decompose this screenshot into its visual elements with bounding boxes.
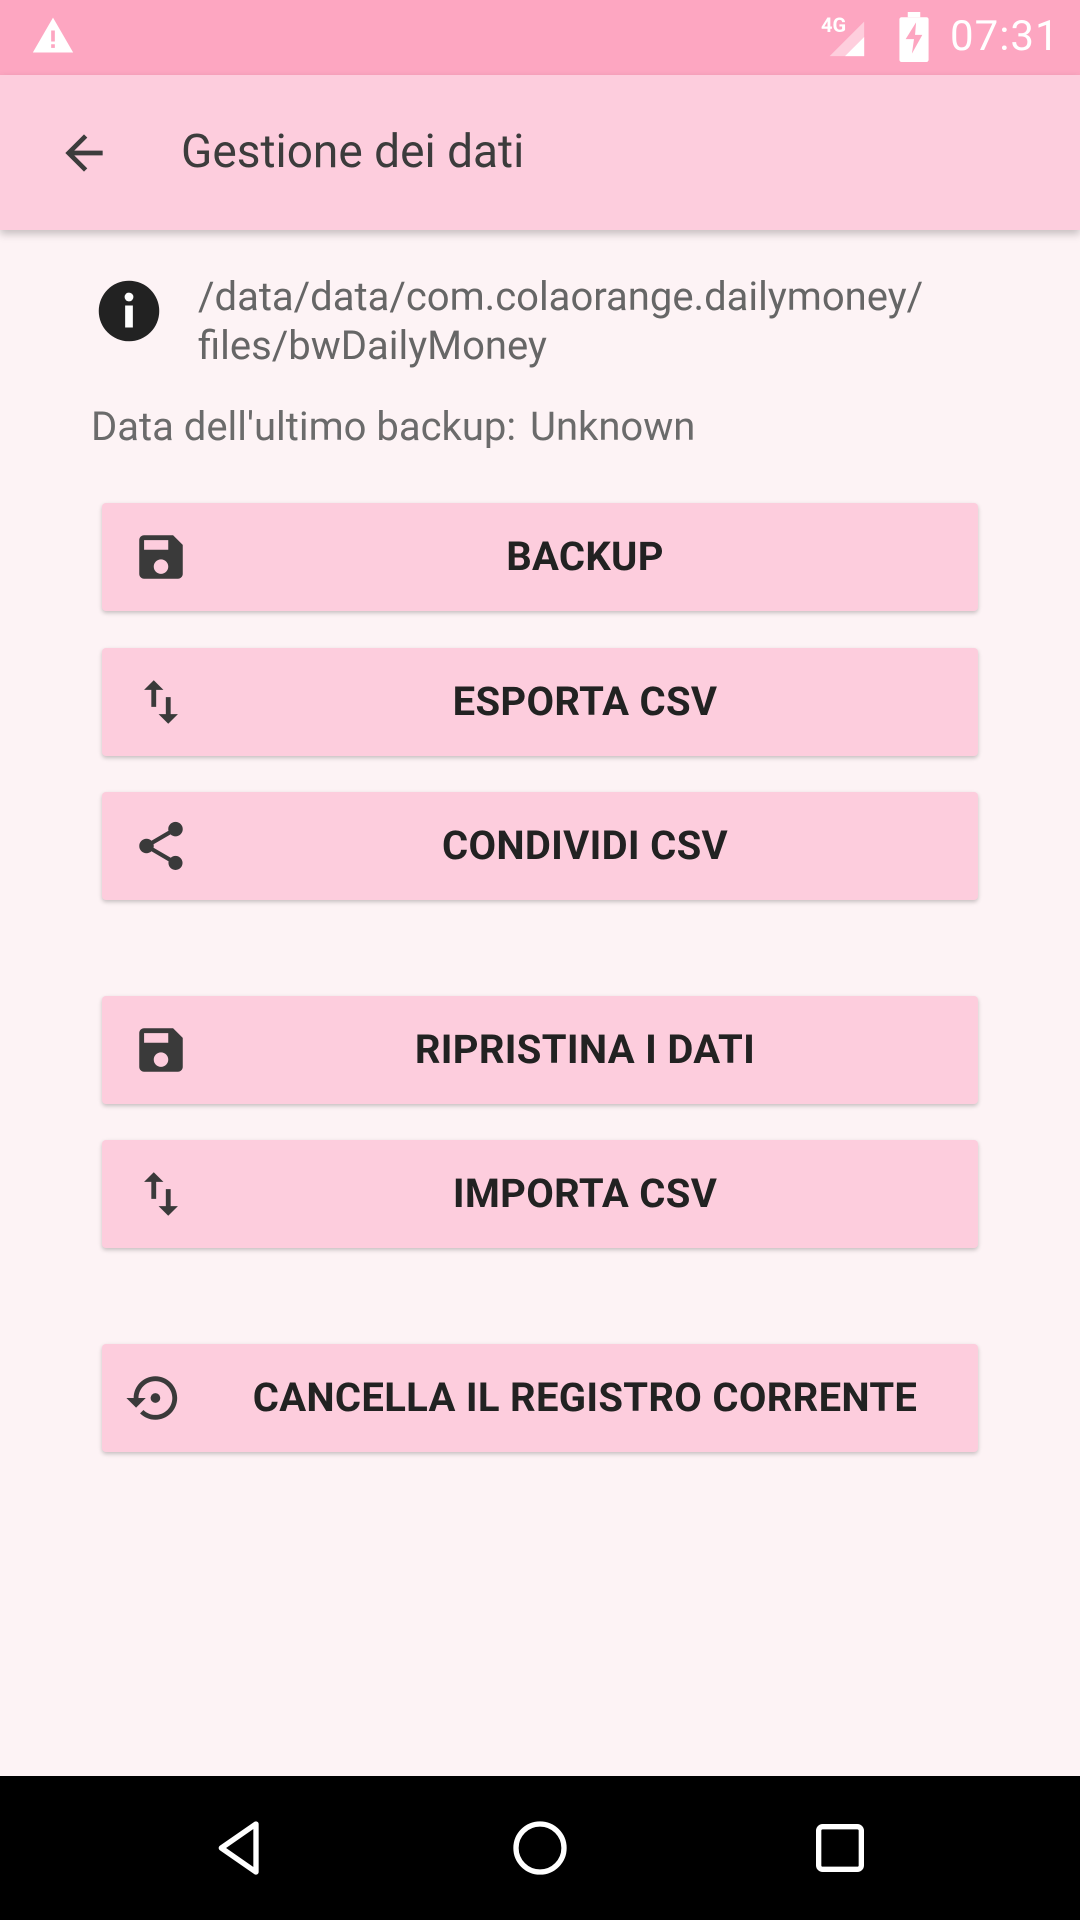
arrow-back-icon[interactable] <box>54 125 114 181</box>
clear-current-book-button-label: CANCELLA IL REGISTRO CORRENTE <box>252 1374 918 1421</box>
info-icon <box>98 280 160 342</box>
backup-button-label: BACKUP <box>506 533 664 580</box>
save-icon <box>139 1028 183 1072</box>
warning-icon <box>32 17 74 53</box>
import-csv-button-label: IMPORTA CSV <box>452 1170 718 1217</box>
swap-vert-icon <box>144 1172 178 1216</box>
app-bar: Gestione dei dati <box>0 75 1080 230</box>
last-backup-row: Data dell'ultimo backup: Unknown <box>91 403 695 450</box>
share-icon <box>139 821 183 870</box>
back-triangle-icon[interactable] <box>208 1816 272 1880</box>
storage-path-line-2: files/bwDailyMoney <box>198 322 547 369</box>
export-csv-button[interactable]: ESPORTA CSV <box>102 648 978 756</box>
import-csv-button[interactable]: IMPORTA CSV <box>102 1140 978 1248</box>
save-icon <box>139 535 183 579</box>
status-bar: 4G 07:31 <box>0 0 1080 75</box>
export-csv-button-label: ESPORTA CSV <box>452 678 718 725</box>
signal-icon <box>829 21 865 57</box>
status-clock: 07:31 <box>950 12 1060 61</box>
share-csv-button-label: CONDIVIDI CSV <box>442 822 728 869</box>
system-nav-bar <box>0 1776 1080 1920</box>
restore-icon <box>126 1376 178 1420</box>
restore-data-button-label: RIPRISTINA I DATI <box>414 1026 756 1073</box>
storage-path-text: /data/data/com.colaorange.dailymoney/ fi… <box>198 272 1078 370</box>
clear-current-book-button[interactable]: CANCELLA IL REGISTRO CORRENTE <box>102 1344 978 1452</box>
storage-path-line-1: /data/data/com.colaorange.dailymoney/ <box>198 273 924 320</box>
last-backup-value: Unknown <box>530 403 696 450</box>
share-csv-button[interactable]: CONDIVIDI CSV <box>102 792 978 900</box>
battery-charging-icon <box>899 12 929 62</box>
page-title: Gestione dei dati <box>181 125 525 179</box>
last-backup-label: Data dell'ultimo backup: <box>91 403 517 450</box>
backup-button[interactable]: BACKUP <box>102 503 978 611</box>
swap-vert-icon <box>144 680 178 724</box>
restore-data-button[interactable]: RIPRISTINA I DATI <box>102 996 978 1104</box>
home-circle-icon[interactable] <box>508 1816 572 1880</box>
recents-square-icon[interactable] <box>808 1816 872 1880</box>
